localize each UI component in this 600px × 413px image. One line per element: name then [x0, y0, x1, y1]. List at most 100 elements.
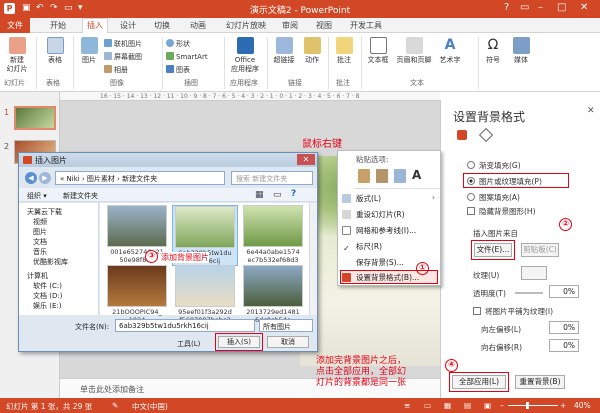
back-icon[interactable]: ◀: [25, 172, 37, 184]
tab-developer[interactable]: 开发工具: [350, 20, 382, 31]
tree-item[interactable]: 天翼云下载: [27, 207, 62, 217]
wordart-button[interactable]: A 艺术字: [437, 37, 463, 65]
organize-button[interactable]: 组织 ▾: [27, 191, 47, 201]
checkbox[interactable]: [467, 207, 475, 215]
tab-animations[interactable]: 动画: [190, 20, 206, 31]
close-icon[interactable]: ✕: [580, 2, 588, 13]
help-icon[interactable]: ?: [291, 189, 296, 199]
slide-thumbnail-1[interactable]: [14, 106, 56, 130]
filetype-select[interactable]: 所有图片: [259, 319, 313, 332]
notes-toggle-icon[interactable]: ≡: [404, 401, 410, 410]
transparency-input[interactable]: 0%: [549, 285, 579, 298]
tab-design[interactable]: 设计: [120, 20, 136, 31]
new-slide-button[interactable]: 新建 幻灯片: [2, 37, 32, 74]
file-item[interactable]: 2013729ed1481 6dc8cb54e: [240, 265, 306, 324]
comment-button[interactable]: 批注: [331, 37, 357, 65]
menu-item-reset-slide[interactable]: 重设幻灯片(R): [342, 209, 405, 220]
slideshow-view-icon[interactable]: ▣: [484, 401, 491, 410]
reset-background-button[interactable]: 重置背景(B): [515, 375, 565, 389]
menu-item-ruler[interactable]: ✓ 标尺(R): [342, 241, 382, 253]
hide-background-graphics-option[interactable]: 隐藏背景图形(H): [467, 206, 536, 217]
chart-button[interactable]: 图表: [166, 65, 190, 75]
action-button[interactable]: 动作: [300, 37, 324, 65]
tab-file[interactable]: 文件: [0, 18, 30, 33]
menu-item-save-background[interactable]: 保存背景(S)...: [342, 257, 404, 268]
file-button[interactable]: 文件(E)...: [474, 243, 512, 257]
paste-keep-icon[interactable]: [358, 169, 370, 183]
smartart-button[interactable]: SmartArt: [166, 52, 208, 61]
menu-item-layout[interactable]: 版式(L) ›: [342, 193, 435, 204]
file-item[interactable]: 21bOOOPIC94_ 1024: [104, 265, 170, 324]
menu-item-grid[interactable]: 网格和参考线(I)...: [342, 225, 416, 236]
paste-text-icon[interactable]: A: [412, 168, 421, 182]
tools-dropdown[interactable]: 工具(L): [177, 339, 200, 349]
pane-close-icon[interactable]: ✕: [587, 106, 595, 116]
tab-slideshow[interactable]: 幻灯片放映: [226, 20, 266, 31]
radio[interactable]: [467, 177, 475, 185]
offset-left-input[interactable]: 0%: [549, 321, 579, 334]
preview-icon[interactable]: ▭: [273, 190, 282, 200]
media-button[interactable]: 媒体: [510, 37, 532, 65]
radio[interactable]: [467, 161, 475, 169]
minimize-icon[interactable]: –: [538, 2, 543, 13]
effects-icon[interactable]: [478, 127, 494, 143]
office-apps-button[interactable]: Office 应用程序: [226, 37, 264, 74]
dialog-close-icon[interactable]: ✕: [297, 154, 315, 165]
texture-picker[interactable]: [521, 266, 547, 280]
clipboard-button[interactable]: 剪贴板(C): [521, 243, 559, 257]
file-item[interactable]: 95eef01f3a292d f5697097bebc3: [172, 265, 238, 324]
sorter-view-icon[interactable]: ▦: [444, 401, 451, 410]
zoom-out-icon[interactable]: –: [500, 401, 504, 410]
spelling-icon[interactable]: ✎: [112, 401, 118, 410]
screenshot-button[interactable]: 屏幕截图: [104, 52, 142, 62]
picture-fill-option[interactable]: 图片或纹理填充(P): [467, 176, 542, 187]
help-icon[interactable]: ?: [504, 2, 509, 13]
tree-item[interactable]: 计算机: [27, 271, 48, 281]
zoom-slider-thumb[interactable]: [526, 402, 529, 409]
online-pictures-button[interactable]: 联机图片: [104, 39, 142, 49]
paste-picture-icon[interactable]: [394, 169, 406, 183]
tree-item[interactable]: 图片: [33, 227, 47, 237]
tile-option[interactable]: 将图片平铺为纹理(I): [473, 306, 553, 317]
tree-item[interactable]: 音乐: [33, 247, 47, 257]
pattern-fill-option[interactable]: 图案填充(A): [467, 192, 520, 203]
address-bar[interactable]: « Niki › 图片素材 › 新建文件夹: [55, 171, 225, 185]
tree-item[interactable]: 娱乐 (E:): [33, 301, 61, 311]
gradient-fill-option[interactable]: 渐变填充(G): [467, 160, 521, 171]
checkbox[interactable]: [473, 307, 481, 315]
album-button[interactable]: 相册: [104, 65, 128, 75]
table-button[interactable]: 表格: [40, 37, 70, 65]
filename-input[interactable]: 6ab329b5tw1du5rkh16cij: [115, 319, 255, 332]
zoom-slider[interactable]: [508, 405, 558, 406]
tree-item[interactable]: 文档 (D:): [33, 291, 62, 301]
menu-item-format-background[interactable]: 设置背景格式(B)...: [342, 272, 419, 283]
apply-to-all-button[interactable]: 全部应用(L): [452, 375, 506, 389]
language-indicator[interactable]: 中文(中国): [132, 401, 168, 412]
insert-button[interactable]: 插入(S): [218, 336, 260, 348]
radio[interactable]: [467, 193, 475, 201]
offset-right-input[interactable]: 0%: [549, 339, 579, 352]
shapes-button[interactable]: 形状: [166, 39, 190, 49]
transparency-slider[interactable]: [515, 292, 543, 294]
tab-view[interactable]: 视图: [316, 20, 332, 31]
hyperlink-button[interactable]: 超链接: [270, 37, 298, 65]
tab-review[interactable]: 审阅: [282, 20, 298, 31]
fill-icon[interactable]: [457, 130, 467, 140]
tab-transitions[interactable]: 切换: [154, 20, 170, 31]
header-footer-button[interactable]: 页眉和页脚: [393, 37, 435, 65]
reading-view-icon[interactable]: ▤: [464, 401, 471, 410]
view-icon[interactable]: ▦: [255, 190, 264, 200]
symbol-button[interactable]: Ω 符号: [482, 37, 504, 65]
tab-home[interactable]: 开始: [50, 20, 66, 31]
tree-item[interactable]: 优酷影视库: [33, 257, 68, 267]
search-input[interactable]: 搜索 新建文件夹: [231, 171, 313, 185]
zoom-in-icon[interactable]: +: [560, 401, 566, 410]
paste-dest-icon[interactable]: [376, 169, 388, 183]
tree-item[interactable]: 视频: [33, 217, 47, 227]
new-folder-button[interactable]: 新建文件夹: [63, 191, 98, 201]
tab-insert[interactable]: 插入: [82, 18, 108, 34]
ribbon-display-icon[interactable]: ▭: [520, 2, 529, 13]
picture-button[interactable]: 图片: [76, 37, 102, 65]
normal-view-icon[interactable]: ▭: [424, 401, 431, 410]
cancel-button[interactable]: 取消: [267, 336, 309, 348]
